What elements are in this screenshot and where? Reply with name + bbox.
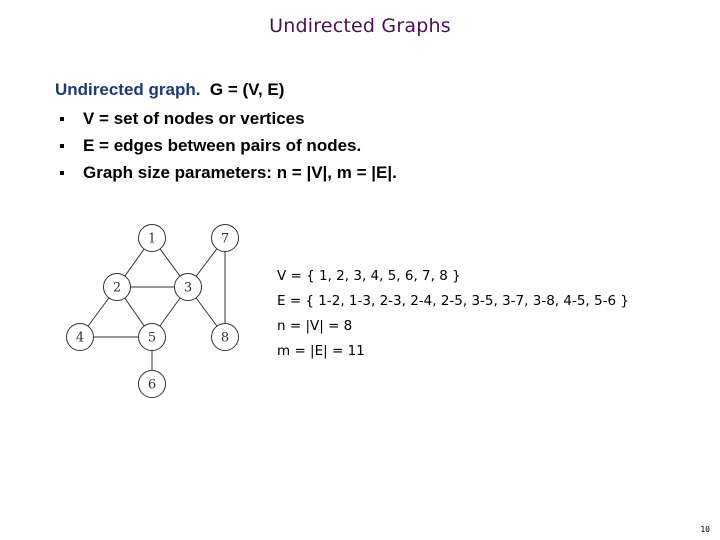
intro-definition: G = (V, E) (209, 80, 285, 99)
graph-diagram: 1 2 3 4 5 6 7 8 (66, 224, 239, 398)
bullet-item: Graph size parameters: n = |V|, m = |E|. (55, 159, 397, 186)
edges-layer (79, 237, 226, 384)
node-4: 4 (66, 323, 94, 351)
bullet-item: E = edges between pairs of nodes. (55, 132, 397, 159)
bullet-icon (60, 117, 64, 121)
nodes-layer: 1 2 3 4 5 6 7 8 (66, 224, 239, 398)
node-7: 7 (211, 224, 239, 252)
bullet-icon (60, 171, 64, 175)
node-3: 3 (174, 273, 202, 301)
slide-title: Undirected Graphs (269, 15, 451, 37)
set-definitions: V = { 1, 2, 3, 4, 5, 6, 7, 8 } E = { 1-2… (277, 264, 629, 364)
node-label: 7 (221, 232, 229, 247)
bullet-icon (60, 144, 64, 148)
intro-lead: Undirected graph. (55, 80, 201, 99)
node-6: 6 (138, 370, 166, 398)
node-label: 6 (148, 378, 156, 393)
node-label: 4 (76, 331, 84, 346)
node-count: n = |V| = 8 (277, 318, 353, 334)
node-8: 8 (211, 323, 239, 351)
node-label: 5 (148, 331, 156, 346)
node-5: 5 (138, 323, 166, 351)
bullet-text: V = set of nodes or vertices (83, 109, 305, 128)
node-label: 1 (148, 232, 156, 247)
node-2: 2 (103, 273, 131, 301)
vertex-set: V = { 1, 2, 3, 4, 5, 6, 7, 8 } (277, 268, 461, 284)
bullet-list: V = set of nodes or vertices E = edges b… (55, 105, 397, 186)
node-1: 1 (138, 224, 166, 252)
node-label: 8 (221, 331, 229, 346)
page-number: 10 (700, 525, 710, 534)
bullet-item: V = set of nodes or vertices (55, 105, 397, 132)
edge-count: m = |E| = 11 (277, 343, 365, 359)
edge-set: E = { 1-2, 1-3, 2-3, 2-4, 2-5, 3-5, 3-7,… (277, 293, 629, 309)
bullet-text: Graph size parameters: n = |V|, m = |E|. (83, 163, 397, 182)
node-label: 3 (184, 281, 192, 296)
intro-line: Undirected graph. G = (V, E) (55, 80, 284, 100)
node-label: 2 (113, 281, 121, 296)
bullet-text: E = edges between pairs of nodes. (83, 136, 362, 155)
